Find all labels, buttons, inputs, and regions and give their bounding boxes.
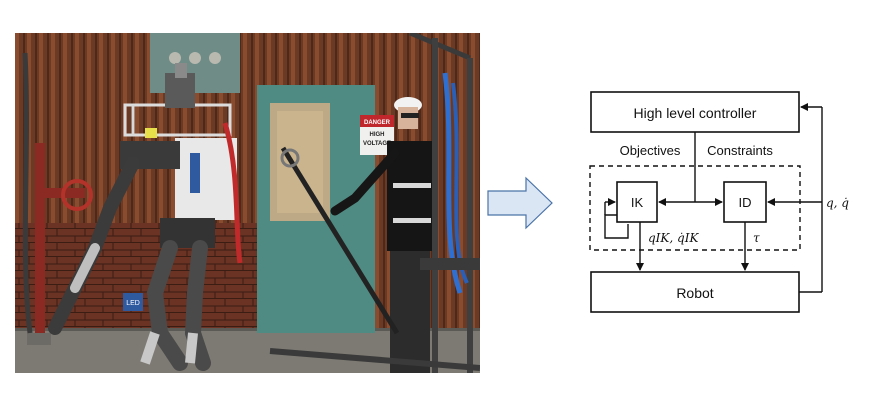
ik-label: IK — [631, 195, 644, 210]
ik-output-label: qIK, q̇IK — [648, 231, 699, 245]
right-arrow-icon — [487, 176, 553, 230]
feedback-label: q, q̇ — [826, 196, 849, 210]
transition-arrow — [486, 176, 556, 235]
robot-label: Robot — [676, 285, 713, 301]
objectives-label: Objectives — [620, 143, 681, 158]
svg-text:DANGER: DANGER — [364, 120, 391, 126]
tau-label: τ — [753, 231, 760, 245]
robot-photo-illustration: DANGER HIGH VOLTAGE LED — [15, 33, 480, 373]
high-level-controller-label: High level controller — [634, 105, 757, 121]
id-label: ID — [739, 195, 752, 210]
control-block-diagram: High level controller Objectives Constra… — [560, 80, 850, 325]
svg-text:LED: LED — [126, 300, 140, 307]
svg-text:VOLTAGE: VOLTAGE — [363, 141, 391, 147]
constraints-label: Constraints — [707, 143, 773, 158]
svg-text:HIGH: HIGH — [370, 132, 385, 138]
robot-photo: DANGER HIGH VOLTAGE LED — [15, 33, 480, 373]
